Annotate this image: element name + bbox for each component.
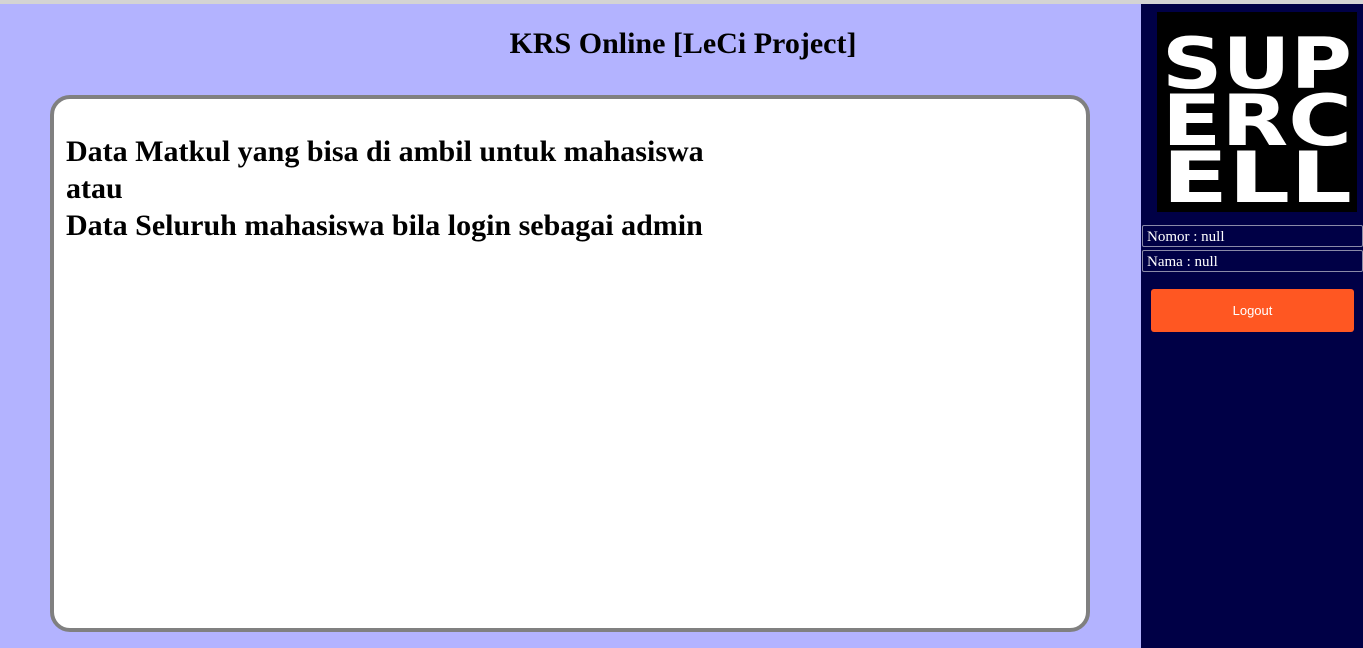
logo-row-3: ELL (1162, 137, 1352, 212)
main-area: KRS Online [LeCi Project] Data Matkul ya… (0, 4, 1141, 648)
nomor-info: Nomor : null (1142, 225, 1363, 247)
content-line: Data Matkul yang bisa di ambil untuk mah… (66, 135, 704, 168)
nama-info: Nama : null (1142, 250, 1363, 272)
content-line: atau (66, 172, 123, 205)
content-line: Data Seluruh mahasiswa bila login sebaga… (66, 209, 703, 242)
sidebar: SUP ERC ELL Nomor : null Nama : null Log… (1141, 4, 1363, 648)
content-panel: Data Matkul yang bisa di ambil untuk mah… (50, 95, 1090, 632)
content-text: Data Matkul yang bisa di ambil untuk mah… (66, 133, 704, 244)
logout-button[interactable]: Logout (1151, 289, 1354, 332)
supercell-logo: SUP ERC ELL (1157, 12, 1357, 212)
